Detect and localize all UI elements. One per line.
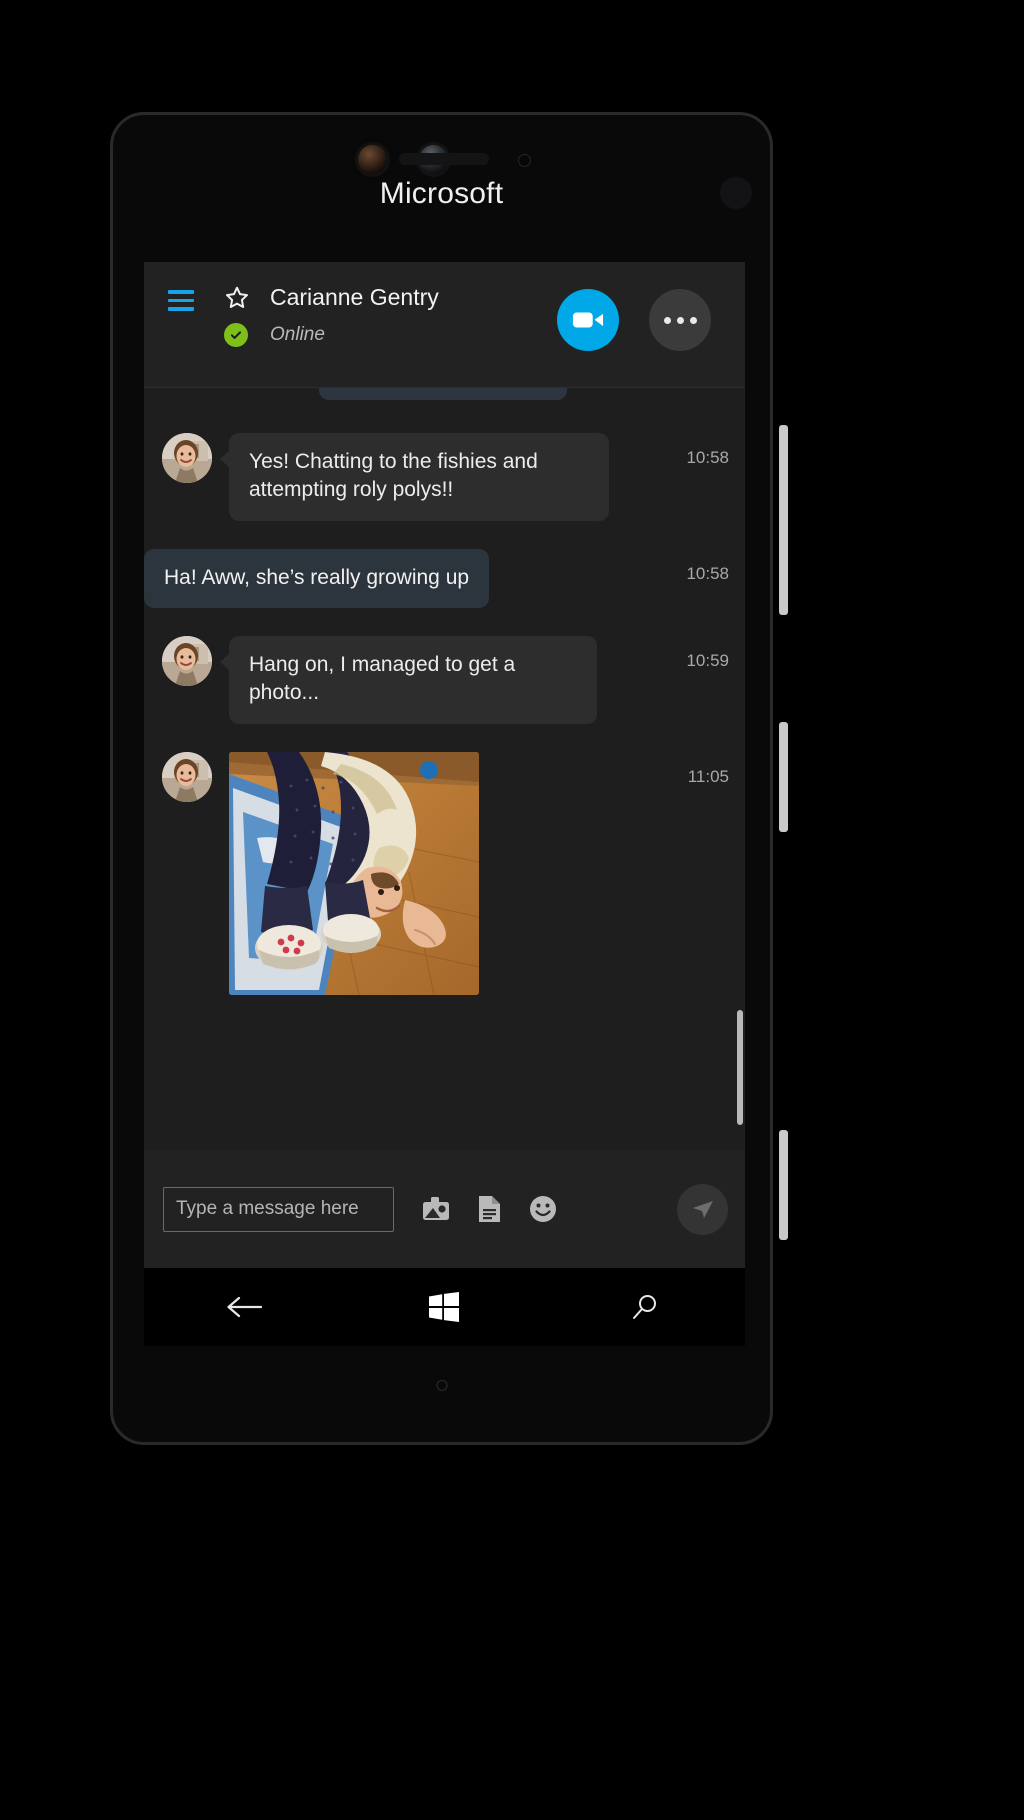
search-magnifier-icon xyxy=(632,1295,656,1319)
message-row-outgoing: Ha! Aww, she’s really growing up 10:58 xyxy=(144,548,745,608)
star-icon[interactable] xyxy=(223,284,251,317)
back-button[interactable] xyxy=(199,1277,289,1337)
avatar xyxy=(162,433,212,483)
message-timestamp: 10:58 xyxy=(686,448,729,467)
emoji-smiley-icon[interactable] xyxy=(529,1195,557,1223)
video-camera-icon xyxy=(572,312,604,328)
phone-device: Microsoft Carianne Gentry Online Yes! Ch… xyxy=(110,112,773,1445)
toddler-photo-icon xyxy=(229,751,479,995)
proximity-dot-icon xyxy=(518,154,531,167)
message-text: Ha! Aww, she’s really growing up xyxy=(144,548,490,608)
search-button[interactable] xyxy=(600,1277,690,1337)
app-screen: Carianne Gentry Online Yes! Chatting to … xyxy=(144,262,745,1268)
contact-avatar-icon xyxy=(162,635,212,686)
message-list[interactable]: Yes! Chatting to the fishies and attempt… xyxy=(144,388,745,1150)
contact-avatar-icon xyxy=(162,433,212,483)
avatar xyxy=(162,751,212,802)
file-attachment-icon[interactable] xyxy=(478,1195,501,1223)
ellipsis-icon xyxy=(663,316,697,324)
photo-attachment[interactable] xyxy=(229,751,479,995)
back-arrow-icon xyxy=(227,1296,263,1318)
hamburger-menu-icon[interactable] xyxy=(168,290,194,316)
avatar xyxy=(162,635,212,686)
scrolled-message-partial xyxy=(319,388,567,400)
device-body: Microsoft Carianne Gentry Online Yes! Ch… xyxy=(113,115,770,1442)
presence-status-label: Online xyxy=(270,324,325,345)
message-row-photo: 11:05 xyxy=(144,751,745,995)
bottom-sensor-icon xyxy=(436,1380,447,1391)
message-timestamp: 11:05 xyxy=(687,766,729,786)
send-button[interactable] xyxy=(677,1183,728,1235)
image-attachment-icon[interactable] xyxy=(422,1196,450,1222)
windows-logo-icon xyxy=(429,1292,460,1322)
contact-avatar-icon xyxy=(162,751,212,802)
power-button[interactable] xyxy=(737,1010,743,1125)
video-call-button[interactable] xyxy=(557,289,619,351)
system-navigation-bar xyxy=(144,1268,745,1346)
send-paper-plane-icon xyxy=(692,1201,713,1218)
volume-down-button[interactable] xyxy=(779,722,788,832)
more-options-button[interactable] xyxy=(649,289,711,351)
message-text: Yes! Chatting to the fishies and attempt… xyxy=(229,433,609,521)
message-composer xyxy=(144,1150,745,1268)
bubble-wrap: Hang on, I managed to get a photo... xyxy=(229,635,597,724)
message-text: Hang on, I managed to get a photo... xyxy=(229,635,597,724)
status-badge xyxy=(224,323,248,347)
contact-name: Carianne Gentry xyxy=(270,284,439,310)
speaker-icon xyxy=(399,153,489,165)
front-speaker-grill xyxy=(720,177,752,209)
home-button[interactable] xyxy=(399,1277,489,1337)
device-brand-label: Microsoft xyxy=(379,177,504,210)
chat-header: Carianne Gentry Online xyxy=(144,262,745,388)
message-row-incoming: Hang on, I managed to get a photo... 10:… xyxy=(144,635,745,724)
message-timestamp: 10:59 xyxy=(686,650,729,670)
message-row-incoming: Yes! Chatting to the fishies and attempt… xyxy=(144,433,745,521)
camera-shutter-button[interactable] xyxy=(779,1130,788,1240)
message-timestamp: 10:58 xyxy=(686,563,729,583)
message-input[interactable] xyxy=(163,1186,394,1232)
bubble-wrap: Yes! Chatting to the fishies and attempt… xyxy=(229,433,609,521)
volume-up-button[interactable] xyxy=(779,425,788,615)
camera-icon xyxy=(358,145,387,174)
